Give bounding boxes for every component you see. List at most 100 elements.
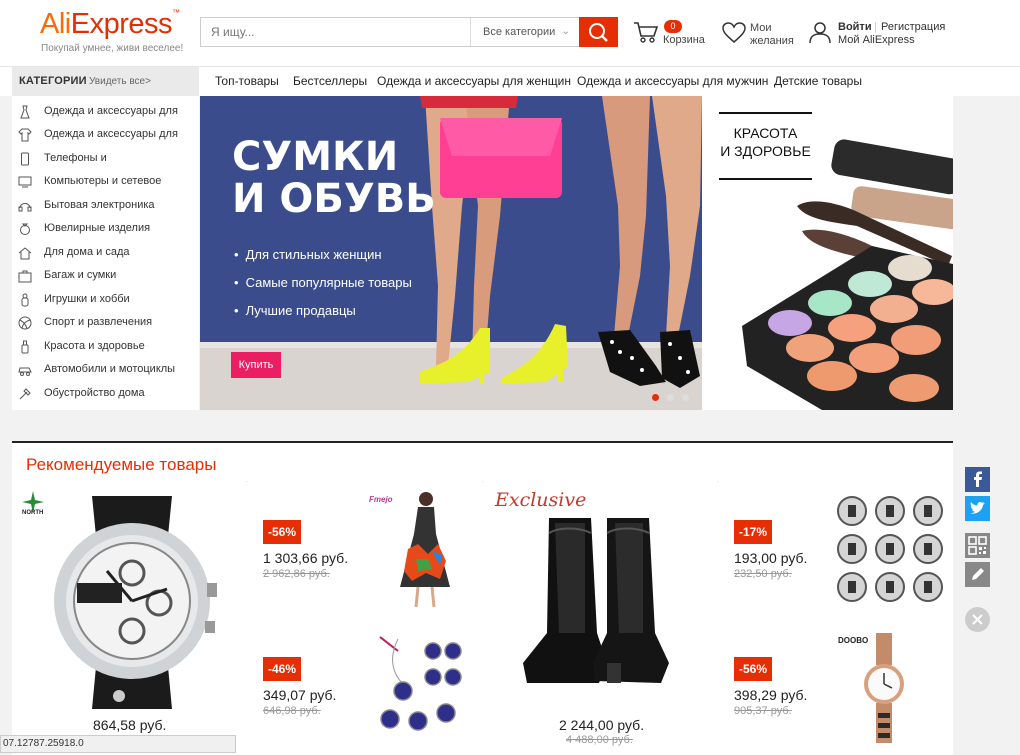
- cart-link[interactable]: Корзина: [663, 34, 705, 46]
- product-old-price: 905,37 руб.: [734, 705, 792, 717]
- aliexpress-logo[interactable]: AliExpress™: [40, 8, 180, 41]
- product-card-dress[interactable]: -56% 1 303,66 руб. 2 962,86 руб. Fmejo: [248, 481, 482, 617]
- product-old-price: 646,98 руб.: [263, 705, 321, 717]
- header: AliExpress™ Покупай умнее, живи веселее!…: [0, 0, 1020, 67]
- nav-link-women[interactable]: Одежда и аксессуары для женщин: [377, 74, 571, 88]
- search-box: Все категории ⌄: [200, 17, 580, 47]
- banner-title-line1: СУМКИ: [232, 134, 399, 180]
- facebook-button[interactable]: [965, 467, 990, 492]
- product-card-boots[interactable]: Exclusive 2 244,00 руб. 4 488,00 руб.: [484, 481, 717, 753]
- sidebar-item-label: Компьютеры и сетевое: [44, 175, 162, 187]
- sidebar-item-label: Для дома и сада: [44, 246, 130, 258]
- feedback-button[interactable]: [965, 562, 990, 587]
- sidebar-item-improvement[interactable]: Обустройство дома: [12, 383, 199, 406]
- house-icon: [18, 247, 32, 260]
- sidebar-item-sport[interactable]: Спорт и развлечения: [12, 312, 199, 335]
- banner-title: СУМКИ И ОБУВЬ: [232, 136, 436, 220]
- nav-link-bestsellers[interactable]: Бестселлеры: [293, 74, 367, 88]
- product-old-price: 2 962,86 руб.: [263, 568, 330, 580]
- banner-bullet: Для стильных женщин: [234, 247, 382, 262]
- discount-badge: -56%: [734, 657, 773, 681]
- product-price: 864,58 руб.: [93, 717, 167, 733]
- sidebar-item-men[interactable]: Одежда и аксессуары для: [12, 124, 199, 147]
- charms-image: [837, 496, 943, 602]
- heart-icon[interactable]: [722, 22, 746, 44]
- my-aliexpress-link[interactable]: Мой AliExpress: [838, 34, 915, 46]
- sidebar-item-label: Одежда и аксессуары для: [44, 105, 178, 117]
- jewelry-image: [379, 636, 462, 731]
- qr-code-icon: [968, 536, 987, 555]
- register-link[interactable]: Регистрация: [881, 21, 945, 33]
- twitter-icon: [970, 502, 985, 514]
- qr-code-button[interactable]: [965, 533, 990, 558]
- search-input[interactable]: [201, 18, 487, 46]
- bag-icon: [18, 270, 32, 283]
- sidebar-item-label: Телефоны и: [44, 152, 107, 164]
- product-card-jewelry[interactable]: -46% 349,07 руб. 646,98 руб.: [248, 619, 482, 753]
- sidebar-item-label: Автомобили и мотоциклы: [44, 363, 176, 375]
- categories-header[interactable]: КАТЕГОРИИ Увидеть все>: [12, 67, 199, 96]
- discount-badge: -56%: [263, 520, 302, 544]
- sidebar-item-toys[interactable]: Игрушки и хобби: [12, 289, 199, 312]
- search-category-select[interactable]: Все категории ⌄: [470, 18, 580, 46]
- close-button[interactable]: [965, 607, 990, 632]
- dress-icon: [20, 105, 30, 119]
- ladies-watch-image: [864, 633, 904, 743]
- tools-icon: [19, 388, 31, 400]
- close-icon: [972, 614, 983, 625]
- tagline: Покупай умнее, живи веселее!: [41, 43, 184, 54]
- headphones-icon: [18, 203, 32, 212]
- wishlist-link[interactable]: Мои желания: [750, 22, 794, 48]
- sidebar-item-beauty[interactable]: Красота и здоровье: [12, 336, 199, 359]
- sidebar-item-label: Одежда и аксессуары для: [44, 128, 178, 140]
- product-price: 193,00 руб.: [734, 550, 808, 566]
- product-price: 349,07 руб.: [263, 687, 337, 703]
- divider: |: [874, 21, 877, 33]
- nav-link-kids[interactable]: Детские товары: [774, 74, 862, 88]
- sidebar-item-computers[interactable]: Компьютеры и сетевое: [12, 171, 199, 194]
- nav-link-top[interactable]: Топ-товары: [215, 74, 279, 88]
- main-banner[interactable]: СУМКИИ ОБУВЬ Для стильных женщин Самые п…: [200, 96, 702, 410]
- bottle-icon: [21, 340, 29, 354]
- dress-image: [400, 492, 450, 608]
- sidebar-item-phones[interactable]: Телефоны и: [12, 148, 199, 171]
- product-card-ladies-watch[interactable]: -56% 398,29 руб. 905,37 руб. DOOBO: [719, 619, 953, 753]
- sidebar-item-label: Багаж и сумки: [44, 269, 117, 281]
- sidebar-item-bags[interactable]: Багаж и сумки: [12, 265, 199, 288]
- sidebar-item-auto[interactable]: Автомобили и мотоциклы: [12, 359, 199, 382]
- user-icon[interactable]: [808, 20, 832, 44]
- product-card-watch[interactable]: NORTH 864,58 руб.: [12, 481, 246, 753]
- product-brand: NORTH: [22, 510, 44, 516]
- discount-badge: -17%: [734, 520, 773, 544]
- shirt-icon: [18, 128, 32, 142]
- carousel-dot[interactable]: [682, 394, 689, 401]
- sidebar-item-label: Красота и здоровье: [44, 340, 145, 352]
- sidebar-item-women[interactable]: Одежда и аксессуары для: [12, 101, 199, 124]
- beauty-banner[interactable]: КРАСОТА И ЗДОРОВЬЕ: [702, 96, 953, 410]
- see-all-link[interactable]: Увидеть все>: [89, 76, 151, 87]
- nav-link-men[interactable]: Одежда и аксессуары для мужчин: [577, 74, 768, 88]
- search-icon: [589, 23, 608, 42]
- logo-express: Express: [70, 8, 173, 40]
- banner-bullet: Самые популярные товары: [234, 275, 412, 290]
- search-button[interactable]: [579, 17, 618, 47]
- watch-image: [54, 496, 217, 709]
- product-card-charms[interactable]: -17% 193,00 руб. 232,50 руб.: [719, 481, 953, 617]
- product-price: 2 244,00 руб.: [559, 717, 645, 733]
- cart-icon[interactable]: [633, 20, 659, 44]
- product-old-price: 4 488,00 руб.: [566, 734, 633, 746]
- carousel-dot-active[interactable]: [652, 394, 659, 401]
- sidebar-item-electronics[interactable]: Бытовая электроника: [12, 195, 199, 218]
- recommended-title: Рекомендуемые товары: [26, 455, 217, 474]
- buy-button[interactable]: Купить: [231, 352, 281, 378]
- carousel-dot[interactable]: [667, 394, 674, 401]
- sidebar-item-jewelry[interactable]: Ювелирные изделия: [12, 218, 199, 241]
- ring-icon: [20, 223, 30, 235]
- category-sidebar: Одежда и аксессуары для Одежда и аксессу…: [12, 96, 199, 410]
- boots-image: [523, 518, 669, 683]
- login-link[interactable]: Войти: [838, 21, 872, 33]
- product-price: 398,29 руб.: [734, 687, 808, 703]
- sidebar-item-home[interactable]: Для дома и сада: [12, 242, 199, 265]
- sidebar-item-label: Ювелирные изделия: [44, 222, 151, 234]
- twitter-button[interactable]: [965, 496, 990, 521]
